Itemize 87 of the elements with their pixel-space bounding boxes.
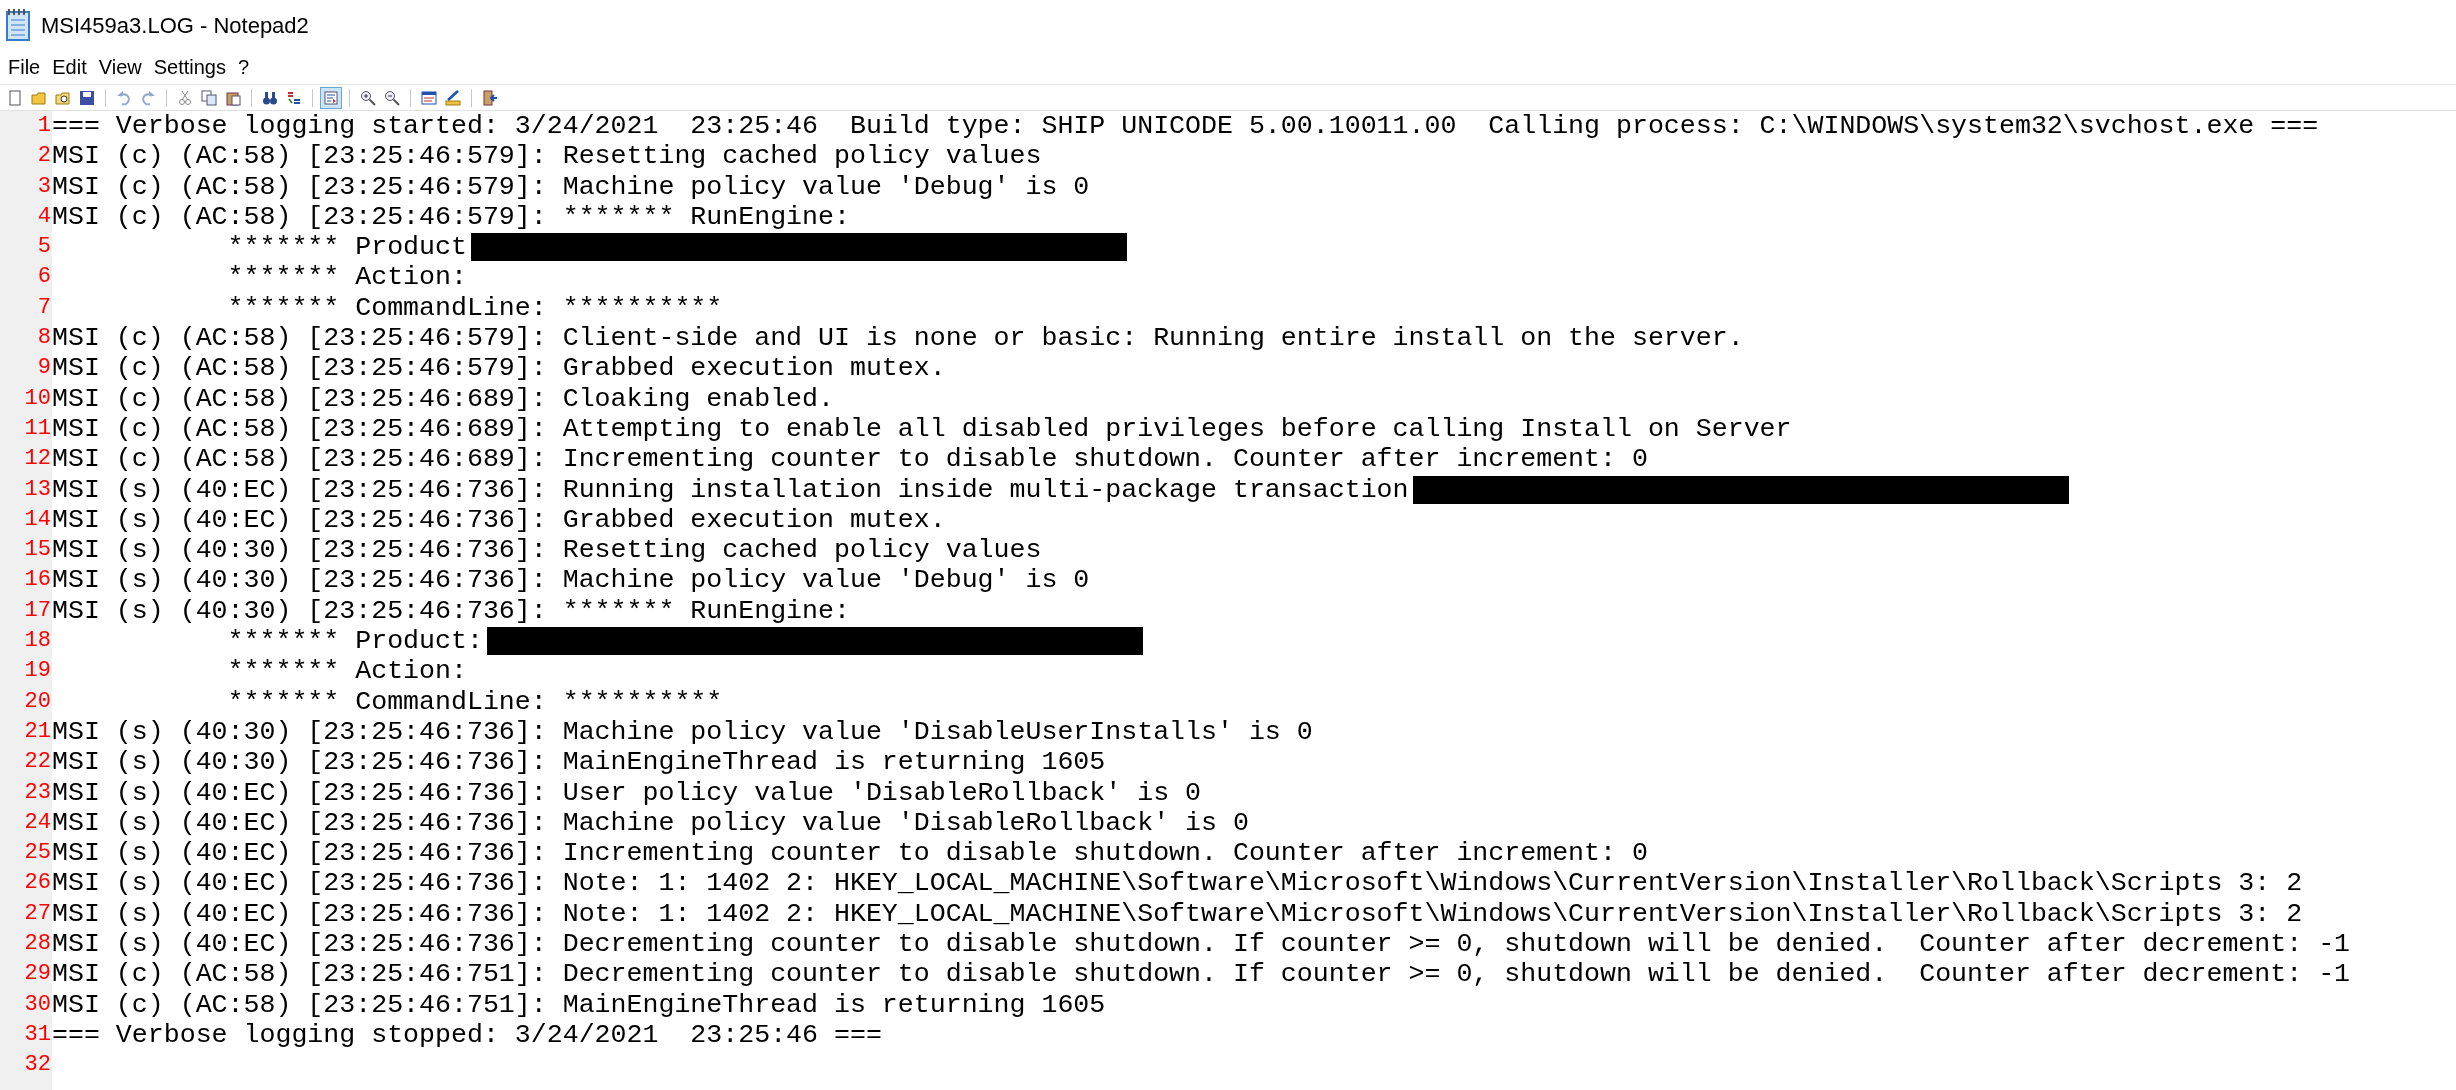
log-line: ******* Action: — [226, 262, 467, 293]
line-number: 27 — [24, 900, 51, 926]
line-number: 16 — [24, 567, 51, 593]
line-number: 12 — [24, 446, 51, 472]
binoculars-icon — [262, 89, 278, 106]
log-line: MSI (c) (AC:58) [23:25:46:751]: Decrementing counter to disable shutdown. If counter >= 0, shutdown will be denied. Counter after decrement: -1 — [52, 959, 2351, 990]
log-line: === Verbose logging stopped: 3/24/2021 23:25:46 === — [52, 1019, 882, 1051]
line-number: 32 — [24, 1052, 51, 1078]
line-number: 5 — [37, 234, 51, 260]
log-line: MSI (s) (40:EC) [23:25:46:736]: Note: 1: 1402 2: HKEY_LOCAL_MACHINE\Software\Microsoft\Windows\CurrentVersion\Installer\Rollback\Scripts 3: 2 — [52, 898, 2303, 929]
redo-icon — [140, 89, 156, 106]
log-line: MSI (s) (40:30) [23:25:46:736]: Machine policy value 'Debug' is 0 — [52, 565, 1090, 596]
log-line: MSI (s) (40:30) [23:25:46:736]: ******* RunEngine: — [52, 595, 850, 627]
line-number: 6 — [37, 264, 51, 290]
log-line: === Verbose logging started: 3/24/2021 23:25:46 Build type: SHIP UNICODE 5.00.10011.00 Calling process: C:\WINDOWS\system32\svchost.exe === — [52, 111, 2319, 142]
log-line: ******* CommandLine: ********** — [226, 686, 723, 717]
line-number: 24 — [24, 809, 51, 835]
line-number: 1 — [37, 113, 51, 138]
line-number: 23 — [24, 779, 51, 805]
line-number: 4 — [37, 203, 51, 229]
zoom-out-icon — [384, 89, 400, 106]
line-number: 18 — [24, 628, 51, 654]
menu-item[interactable]: File — [2, 52, 47, 82]
log-line: ******* Action: — [226, 656, 467, 687]
log-line: MSI (s) (40:EC) [23:25:46:736]: Incrementing counter to disable shutdown. Counter after increment: 0 — [52, 838, 1648, 869]
log-line: MSI (s) (40:EC) [23:25:46:736]: User policy value 'DisableRollback' is 0 — [52, 777, 1202, 808]
log-line: MSI (c) (AC:58) [23:25:46:751]: MainEngineThread is returning 1605 — [52, 989, 1106, 1020]
door-exit-icon — [482, 89, 498, 106]
copy-icon — [201, 89, 217, 106]
line-number: 21 — [24, 718, 51, 744]
log-line: MSI (c) (AC:58) [23:25:46:689]: Incrementing counter to disable shutdown. Counter after increment: 0 — [52, 444, 1648, 475]
line-number: 17 — [24, 597, 51, 623]
log-line: MSI (s) (40:30) [23:25:46:736]: MainEngineThread is returning 1605 — [52, 747, 1106, 778]
log-line: MSI (s) (40:EC) [23:25:46:736]: Machine policy value 'DisableRollback' is 0 — [52, 807, 1249, 839]
line-number: 29 — [24, 961, 51, 987]
log-line: MSI (s) (40:30) [23:25:46:736]: Machine policy value 'DisableUserInstalls' is 0 — [52, 716, 1313, 748]
line-number: 7 — [37, 294, 51, 320]
line-number: 25 — [24, 840, 51, 866]
line-number: 19 — [24, 658, 51, 684]
menu-item[interactable]: Settings — [147, 52, 232, 82]
log-line: MSI (c) (AC:58) [23:25:46:689]: Attempting to enable all disabled privileges before calling Install on Server — [52, 413, 1792, 445]
line-number: 14 — [24, 506, 51, 532]
line-number: 22 — [24, 749, 51, 775]
log-line: MSI (c) (AC:58) [23:25:46:579]: Client-side and UI is none or basic: Running entire install on the server. — [52, 323, 1744, 354]
line-number: 28 — [24, 931, 51, 956]
log-line: MSI (c) (AC:58) [23:25:46:579]: Machine policy value 'Debug' is 0 — [52, 171, 1090, 202]
line-number: 13 — [24, 476, 51, 502]
log-line: ******* Product — [226, 232, 467, 263]
line-number: 3 — [37, 173, 51, 199]
log-line: MSI (c) (AC:58) [23:25:46:579]: Grabbed execution mutex. — [52, 353, 946, 384]
word-wrap-icon — [323, 89, 339, 106]
log-line: MSI (s) (40:EC) [23:25:46:736]: Grabbed execution mutex. — [52, 504, 946, 536]
ruler-pencil-icon — [445, 89, 461, 106]
clipboard-icon — [225, 89, 241, 106]
replace-text-icon — [286, 89, 302, 106]
log-line: MSI (c) (AC:58) [23:25:46:579]: ******* RunEngine: — [52, 201, 850, 233]
log-line: MSI (s) (40:30) [23:25:46:736]: Resetting cached policy values — [52, 535, 1042, 566]
line-number: 30 — [24, 991, 51, 1017]
menu-item[interactable]: ? — [231, 52, 256, 82]
zoom-in-icon — [360, 89, 376, 106]
window-icon — [421, 89, 437, 106]
line-number: 20 — [24, 688, 51, 714]
line-number: 31 — [24, 1021, 51, 1047]
line-number: 10 — [24, 385, 51, 411]
log-line: MSI (c) (AC:58) [23:25:46:689]: Cloaking enabled. — [52, 383, 834, 414]
folder-search-icon — [55, 89, 71, 106]
word-wrap-button[interactable] — [320, 86, 342, 109]
menu-item[interactable]: Edit — [46, 52, 93, 82]
undo-icon — [116, 89, 132, 106]
line-number: 26 — [24, 870, 51, 896]
line-number: 11 — [24, 415, 51, 441]
log-line: MSI (s) (40:EC) [23:25:46:736]: Decrementing counter to disable shutdown. If counter >= 0, shutdown will be denied. Counter after decrement: -1 — [52, 929, 2351, 960]
menu-item[interactable]: View — [92, 52, 148, 82]
line-number: 9 — [37, 355, 51, 381]
log-line: ******* CommandLine: ********** — [226, 292, 723, 324]
notepad-icon — [5, 8, 33, 42]
log-line: MSI (s) (40:EC) [23:25:46:736]: Note: 1: 1402 2: HKEY_LOCAL_MACHINE\Software\Microsoft\Windows\CurrentVersion\Installer\Rollback\Scripts 3: 2 — [52, 868, 2303, 899]
folder-icon — [31, 89, 47, 106]
log-line: MSI (c) (AC:58) [23:25:46:579]: Resetting cached policy values — [52, 141, 1042, 172]
line-number: 15 — [24, 537, 51, 563]
log-line: ******* Product: — [226, 626, 483, 657]
new-file-icon — [7, 89, 23, 106]
log-line: MSI (s) (40:EC) [23:25:46:736]: Running installation inside multi-package transaction — [52, 474, 1409, 505]
window-title: MSI459a3.LOG - Notepad2 — [41, 11, 309, 40]
line-number: 8 — [37, 325, 51, 351]
scissors-icon — [177, 89, 193, 106]
line-number: 2 — [37, 143, 51, 169]
